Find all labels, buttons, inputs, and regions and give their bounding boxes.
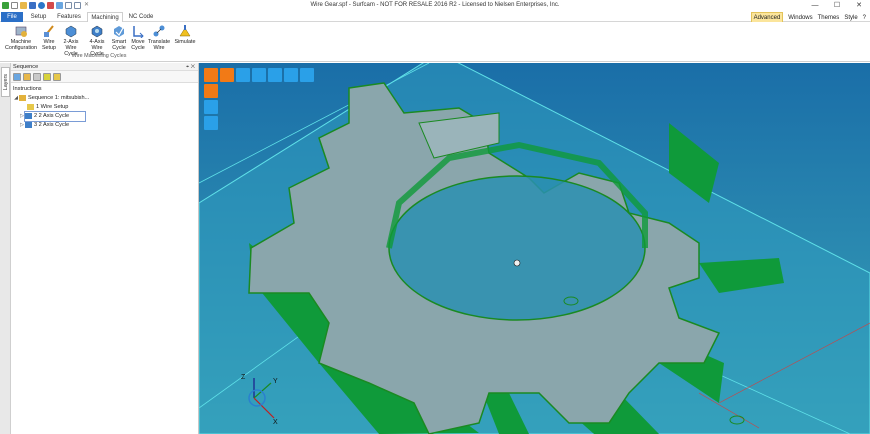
minimize-button[interactable]: — [804, 0, 826, 11]
scene-canvas[interactable]: Z Y X [199, 63, 870, 434]
tab-file[interactable]: File [1, 12, 23, 22]
tool-icon[interactable] [43, 72, 51, 81]
sequence-icon[interactable] [53, 72, 61, 81]
smart-cycle-button[interactable]: Smart Cycle [110, 24, 128, 51]
panel-controls: ⌖ ✕ [186, 63, 195, 71]
pin-button[interactable]: ⌖ [186, 64, 189, 70]
zoom-icon[interactable] [268, 68, 282, 82]
panel-header: Sequence ⌖ ✕ [11, 63, 198, 71]
panel-title: Sequence [13, 64, 39, 70]
maximize-button[interactable]: ☐ [826, 0, 848, 11]
cycle-icon [25, 121, 32, 128]
left-dock-strip: Layers [0, 63, 11, 434]
view-front-icon[interactable] [220, 68, 234, 82]
folder-icon[interactable] [23, 72, 31, 81]
tree-item-wire-setup[interactable]: 1 Wire Setup [11, 103, 198, 112]
ribbon-label: Setup [41, 45, 57, 51]
window-controls: — ☐ ✕ [804, 0, 870, 11]
two-axis-wire-icon [65, 25, 77, 38]
ribbon-label: Cycle [112, 45, 126, 51]
translate-wire-icon [153, 25, 165, 37]
properties-icon[interactable] [33, 72, 41, 81]
window-title: Wire Gear.spf - Surfcam - NOT FOR RESALE… [310, 2, 560, 8]
tree-item-instructions[interactable]: Instructions [11, 85, 198, 94]
title-bar: ✕ Wire Gear.spf - Surfcam - NOT FOR RESA… [0, 0, 870, 11]
refresh-icon[interactable] [13, 72, 21, 81]
close-button[interactable]: ✕ [848, 0, 870, 11]
wire-setup-icon [44, 25, 54, 37]
panel-close-button[interactable]: ✕ [191, 64, 195, 70]
origin-marker-icon [513, 259, 521, 267]
tree-label: 1 Wire Setup [36, 104, 69, 110]
move-cycle-icon [133, 26, 144, 38]
selected-cycle: 2 2 Axis Cycle [24, 111, 86, 122]
tree-label: 2 2 Axis Cycle [34, 113, 70, 119]
view-plane-icon[interactable] [236, 68, 250, 82]
tree-item-cycle-2[interactable]: ▷ 2 2 Axis Cycle [11, 111, 198, 122]
axis-label-y: Y [273, 378, 278, 385]
axis-label-z: Z [241, 374, 246, 381]
shaded-view-icon[interactable] [204, 84, 218, 98]
layers-tab[interactable]: Layers [1, 67, 10, 97]
view-grid-icon[interactable] [300, 68, 314, 82]
ribbon-panel: Machine Configuration Wire Setup 2-Axis … [0, 22, 870, 62]
machine-configuration-button[interactable]: Machine Configuration [3, 24, 39, 51]
translate-wire-button[interactable]: Translate Wire [147, 24, 171, 51]
cycle-icon [25, 112, 32, 119]
wire-setup-button[interactable]: Wire Setup [40, 24, 58, 51]
view-iso-icon[interactable] [204, 68, 218, 82]
layers-tab-label: Layers [2, 73, 9, 91]
four-axis-wire-icon [91, 25, 103, 38]
sequence-folder-icon [19, 94, 26, 101]
view-up-icon[interactable] [252, 68, 266, 82]
ribbon-tabs: File Setup Features Machining NC Code Ad… [0, 11, 870, 24]
wire-setup-icon [27, 103, 34, 110]
ribbon-label: Configuration [4, 45, 38, 51]
view-list-icon[interactable] [284, 68, 298, 82]
tree-item-cycle-3[interactable]: ▷ 3 2 Axis Cycle [11, 121, 198, 130]
surfcam-window: ✕ Wire Gear.spf - Surfcam - NOT FOR RESA… [0, 0, 870, 434]
gear-bore[interactable] [388, 175, 646, 321]
ribbon-label: Simulate [174, 39, 196, 45]
tab-features[interactable]: Features [54, 12, 84, 22]
3d-viewport[interactable]: Z Y X [199, 63, 870, 434]
tree-label: 3 2 Axis Cycle [34, 122, 70, 128]
tree-label: Sequence 1: mitsubish... [28, 95, 90, 101]
tab-nc-code[interactable]: NC Code [126, 12, 156, 22]
ribbon-label: Wire [153, 45, 165, 51]
simulate-button[interactable]: Simulate [173, 24, 197, 45]
smart-cycle-icon [114, 26, 124, 37]
tree-item-sequence[interactable]: ◢ Sequence 1: mitsubish... [11, 94, 198, 103]
ribbon-label: Cycle [131, 45, 145, 51]
ribbon-group-label: Wire Machining Cycles [71, 53, 127, 59]
tree-label: Instructions [13, 86, 42, 92]
sequence-tree: Instructions ◢ Sequence 1: mitsubish... 1… [11, 83, 198, 130]
move-cycle-button[interactable]: Move Cycle [129, 24, 147, 51]
axis-label-x: X [273, 419, 278, 426]
wireframe-view-icon[interactable] [204, 100, 218, 114]
panel-toolbar [11, 71, 198, 83]
tab-setup[interactable]: Setup [26, 12, 51, 22]
machine-config-icon [15, 26, 27, 37]
sequence-panel: Sequence ⌖ ✕ Instructions ◢ Sequence 1: m… [11, 63, 199, 434]
hidden-line-view-icon[interactable] [204, 116, 218, 130]
simulate-icon [179, 25, 191, 37]
